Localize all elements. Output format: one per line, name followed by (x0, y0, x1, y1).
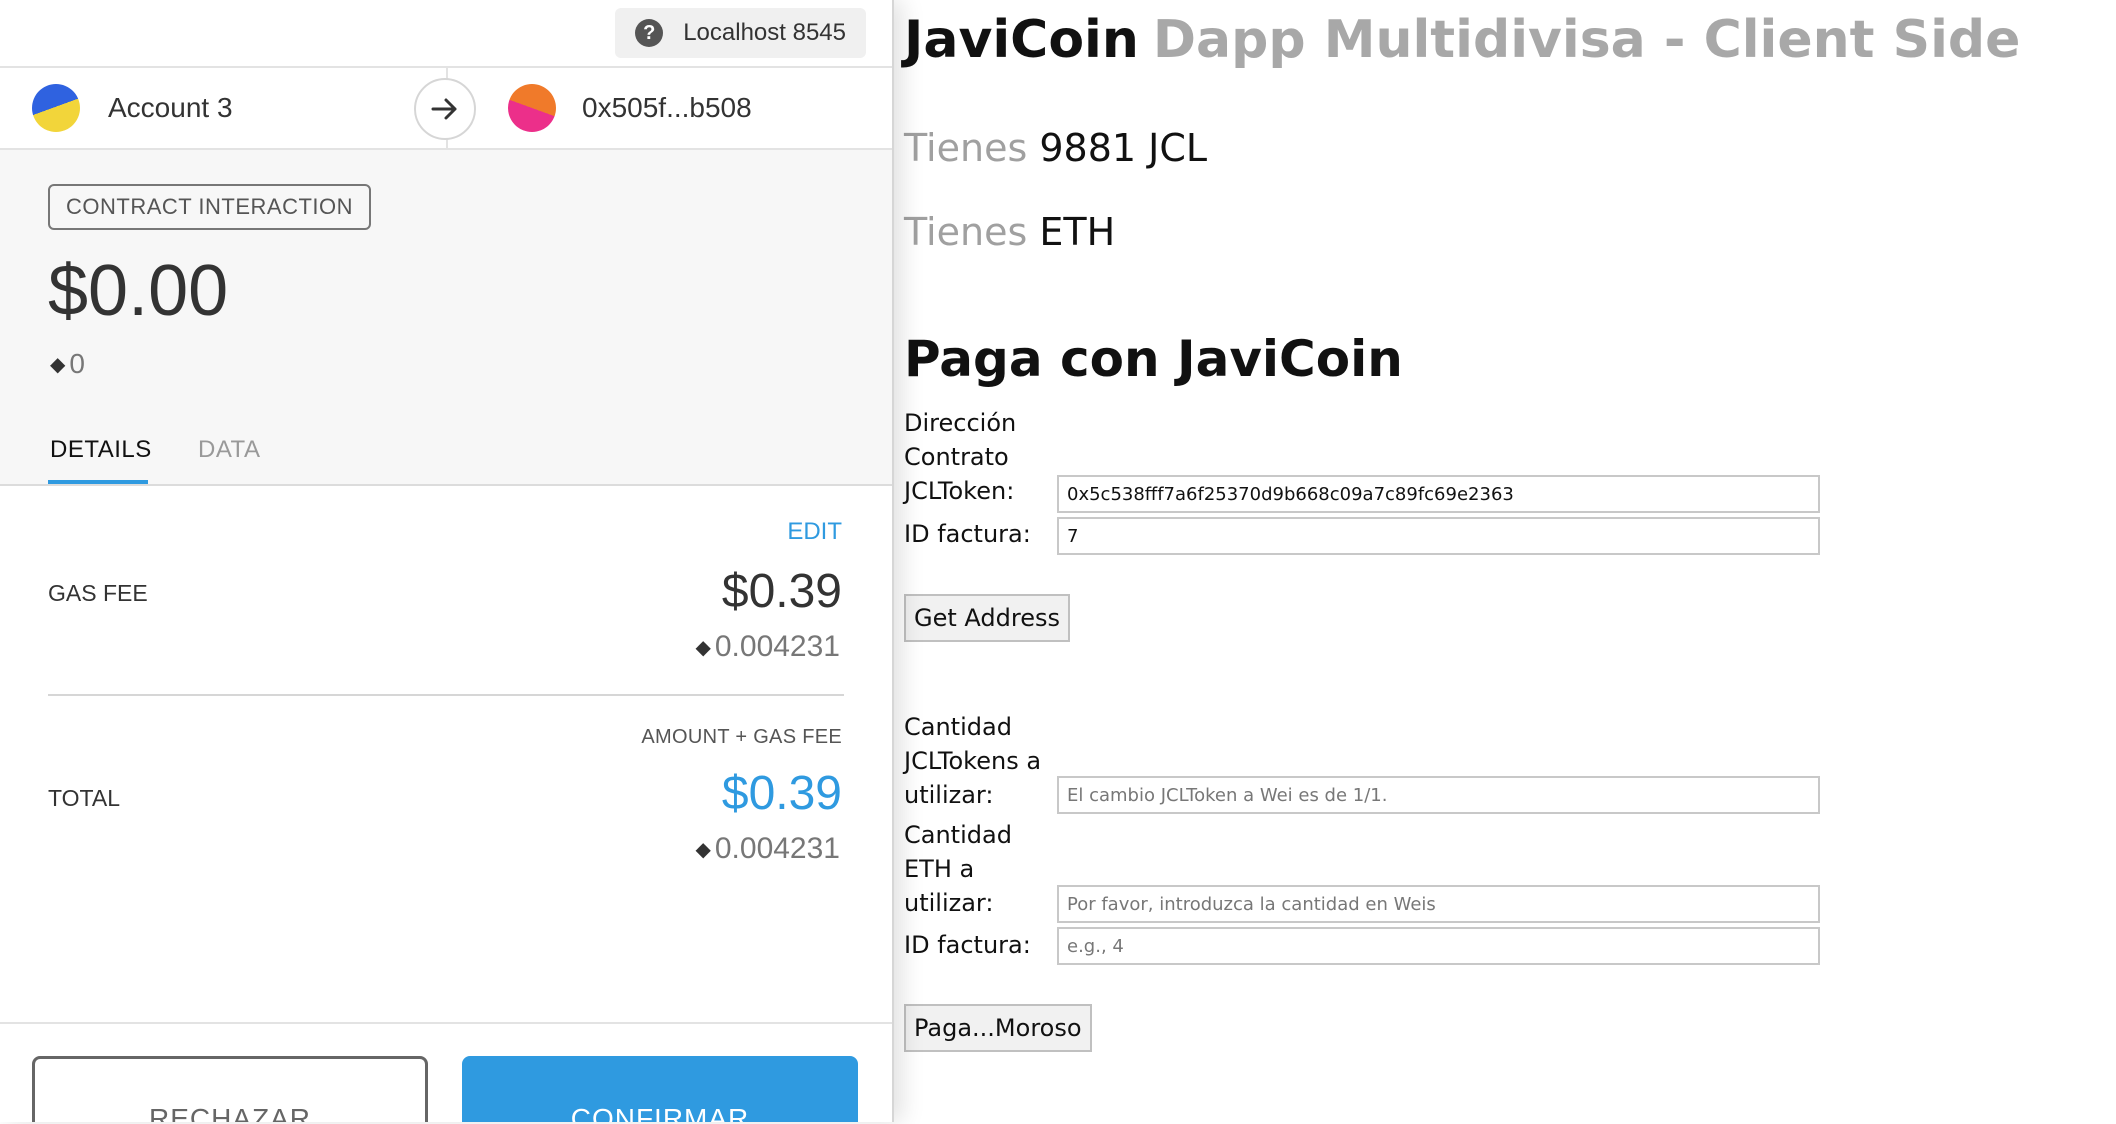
help-icon: ? (635, 19, 664, 47)
amount-usd: $0.00 (48, 251, 229, 331)
invoice-id-2-input[interactable] (1057, 927, 1820, 965)
network-selector[interactable]: ? Localhost 8545 (615, 8, 866, 58)
jcl-balance-value: 9881 JCL (1039, 126, 1208, 170)
amount-eth: ◆ 0 (50, 348, 85, 380)
eth-balance-value: ETH (1039, 210, 1116, 254)
amount-gas-fee-label: AMOUNT + GAS FEE (641, 726, 842, 748)
pay-button[interactable]: Paga...Moroso (904, 1004, 1092, 1052)
tab-details[interactable]: DETAILS (50, 436, 152, 464)
active-tab-indicator (48, 480, 148, 484)
ethereum-icon: ◆ (50, 353, 66, 376)
invoice-id-input[interactable] (1057, 517, 1820, 555)
gas-fee-label: GAS FEE (48, 580, 148, 606)
account-row: Account 3 0x505f...b508 (0, 66, 892, 150)
edit-gas-link[interactable]: EDIT (787, 518, 842, 546)
jcl-amount-input[interactable] (1057, 776, 1820, 814)
confirm-button[interactable]: CONFIRMAR (462, 1056, 858, 1122)
arrow-right-icon (414, 78, 476, 140)
pay-section-title: Paga con JaviCoin (904, 330, 1403, 388)
footer-divider (0, 1022, 892, 1024)
total-label: TOTAL (48, 785, 120, 811)
jcl-balance-label: Tienes (904, 126, 1028, 170)
amount-eth-value: 0 (69, 348, 85, 379)
metamask-popup: ? Localhost 8545 Account 3 0x505f...b508… (0, 0, 894, 1122)
to-account-avatar (508, 84, 556, 132)
to-address[interactable]: 0x505f...b508 (582, 92, 752, 124)
total-usd: $0.39 (721, 767, 842, 820)
tab-data[interactable]: DATA (198, 436, 260, 464)
details-divider (48, 694, 844, 696)
network-name: Localhost 8545 (683, 19, 846, 46)
ethereum-icon: ◆ (695, 838, 711, 861)
jcl-balance: Tienes 9881 JCL (904, 126, 1207, 170)
invoice-id-2-label: ID factura: (904, 931, 1031, 959)
ethereum-icon: ◆ (695, 636, 711, 659)
from-account-name[interactable]: Account 3 (108, 92, 233, 124)
contract-address-input[interactable] (1057, 475, 1820, 513)
reject-button[interactable]: RECHAZAR (32, 1056, 428, 1122)
gas-fee-usd: $0.39 (721, 565, 842, 618)
dapp-brand: JaviCoin (904, 10, 1139, 70)
eth-amount-label: Cantidad ETH a utilizar: (904, 821, 1012, 917)
gas-fee-eth-value: 0.004231 (714, 630, 840, 663)
get-address-button[interactable]: Get Address (904, 594, 1070, 642)
dapp-subtitle: Dapp Multidivisa - Client Side (1152, 10, 2021, 70)
transaction-summary: CONTRACT INTERACTION $0.00 ◆ 0 DETAILS D… (0, 150, 892, 486)
gas-fee-eth: ◆ 0.004231 (695, 630, 840, 664)
dapp-page: JaviCoin Dapp Multidivisa - Client Side T… (892, 0, 2116, 1124)
eth-amount-input[interactable] (1057, 885, 1820, 923)
invoice-id-label: ID factura: (904, 520, 1031, 548)
total-eth-value: 0.004231 (714, 832, 840, 865)
eth-balance-label: Tienes (904, 210, 1028, 254)
contract-address-label: Dirección Contrato JCLToken: (904, 409, 1017, 505)
eth-balance: Tienes ETH (904, 210, 1115, 254)
jcl-amount-label: Cantidad JCLTokens a utilizar: (904, 713, 1042, 809)
dapp-title: JaviCoin Dapp Multidivisa - Client Side (904, 10, 2020, 70)
from-account-avatar (32, 84, 80, 132)
contract-interaction-tag: CONTRACT INTERACTION (48, 184, 372, 230)
total-eth: ◆ 0.004231 (695, 832, 840, 866)
